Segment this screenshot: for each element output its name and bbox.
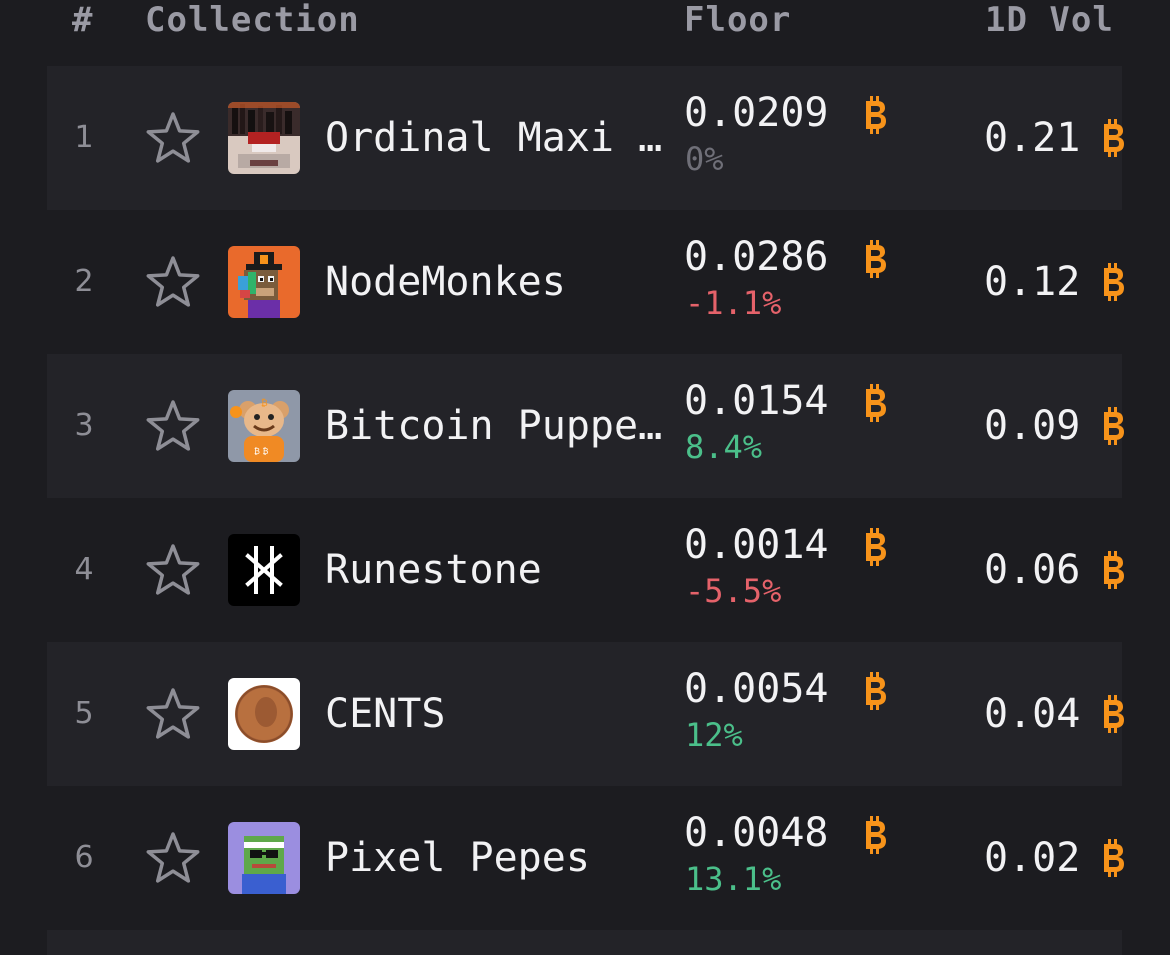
floor-price: 0.0048 [684,810,829,856]
star-icon[interactable] [144,254,202,310]
floor-change: 8.4% [685,428,763,466]
rank-number: 6 [74,840,94,875]
collection-name[interactable]: Bitcoin Puppets [325,400,677,452]
collection-name[interactable]: Pixel Pepes [325,832,677,884]
rank-number: 2 [74,264,94,299]
collection-name[interactable]: NodeMonkes [325,256,677,308]
floor-change: 0% [685,140,724,178]
volume-value: 0.09 [984,403,1081,449]
bitcoin-icon [1104,551,1124,589]
collection-name[interactable]: Ordinal Maxi Biz [325,112,677,164]
bitcoin-icon [866,240,886,278]
table-body: 1 Ordinal Maxi Biz 0.0209 0% 0.21 2 Node… [0,66,1170,930]
table-row[interactable]: 2 NodeMonkes 0.0286 -1.1% 0.12 [0,210,1170,354]
bitcoin-icon [866,672,886,710]
bitcoin-icon [1104,839,1124,877]
collection-column-header[interactable]: Collection [145,0,360,40]
star-icon[interactable] [144,110,202,166]
runestone-avatar [228,534,300,606]
volume-value: 0.02 [984,835,1081,881]
floor-price: 0.0154 [684,378,829,424]
star-icon[interactable] [144,830,202,886]
volume-column-header[interactable]: 1D Vol [985,0,1114,40]
table-row[interactable]: 6 Pixel Pepes 0.0048 13.1% 0.02 [0,786,1170,930]
next-row-partial [47,930,1122,955]
floor-price: 0.0014 [684,522,829,568]
floor-change: 13.1% [685,860,782,898]
table-header: # Collection Floor 1D Vol [0,0,1170,40]
bitcoin-icon [866,384,886,422]
rank-number: 1 [74,120,94,155]
bitcoin-icon [866,96,886,134]
rank-number: 5 [74,696,94,731]
bitcoin-icon [1104,119,1124,157]
svg-text:₿: ₿ [261,398,268,409]
pixel-pepes-avatar [228,822,300,894]
volume-value: 0.21 [984,115,1081,161]
floor-change: -1.1% [685,284,782,322]
cents-avatar [228,678,300,750]
bitcoin-puppets-avatar: ₿ ₿ ₿ [228,390,300,462]
table-row[interactable]: 5 CENTS 0.0054 12% 0.04 [0,642,1170,786]
star-icon[interactable] [144,542,202,598]
collection-name[interactable]: Runestone [325,544,677,596]
bitcoin-icon [1104,263,1124,301]
bitcoin-icon [1104,407,1124,445]
star-icon[interactable] [144,398,202,454]
rank-number: 3 [74,408,94,443]
bitcoin-icon [866,528,886,566]
bitcoin-icon [866,816,886,854]
floor-column-header[interactable]: Floor [684,0,791,40]
star-icon[interactable] [144,686,202,742]
collection-name[interactable]: CENTS [325,688,677,740]
floor-price: 0.0286 [684,234,829,280]
svg-text:₿ ₿: ₿ ₿ [254,447,268,456]
floor-price: 0.0054 [684,666,829,712]
volume-value: 0.12 [984,259,1081,305]
rank-column-header[interactable]: # [72,0,93,40]
table-row[interactable]: 4 Runestone 0.0014 -5.5% 0.06 [0,498,1170,642]
rank-number: 4 [74,552,94,587]
bitcoin-icon [1104,695,1124,733]
table-row[interactable]: 3 ₿ ₿ ₿ Bitcoin Puppets 0.0154 8.4% 0.09 [0,354,1170,498]
volume-value: 0.04 [984,691,1081,737]
floor-change: 12% [685,716,743,754]
floor-change: -5.5% [685,572,782,610]
volume-value: 0.06 [984,547,1081,593]
ordinal-maxi-biz-avatar [228,102,300,174]
table-row[interactable]: 1 Ordinal Maxi Biz 0.0209 0% 0.21 [0,66,1170,210]
nodemonkes-avatar [228,246,300,318]
floor-price: 0.0209 [684,90,829,136]
collections-table: # Collection Floor 1D Vol 1 Ordinal Maxi… [0,0,1170,955]
